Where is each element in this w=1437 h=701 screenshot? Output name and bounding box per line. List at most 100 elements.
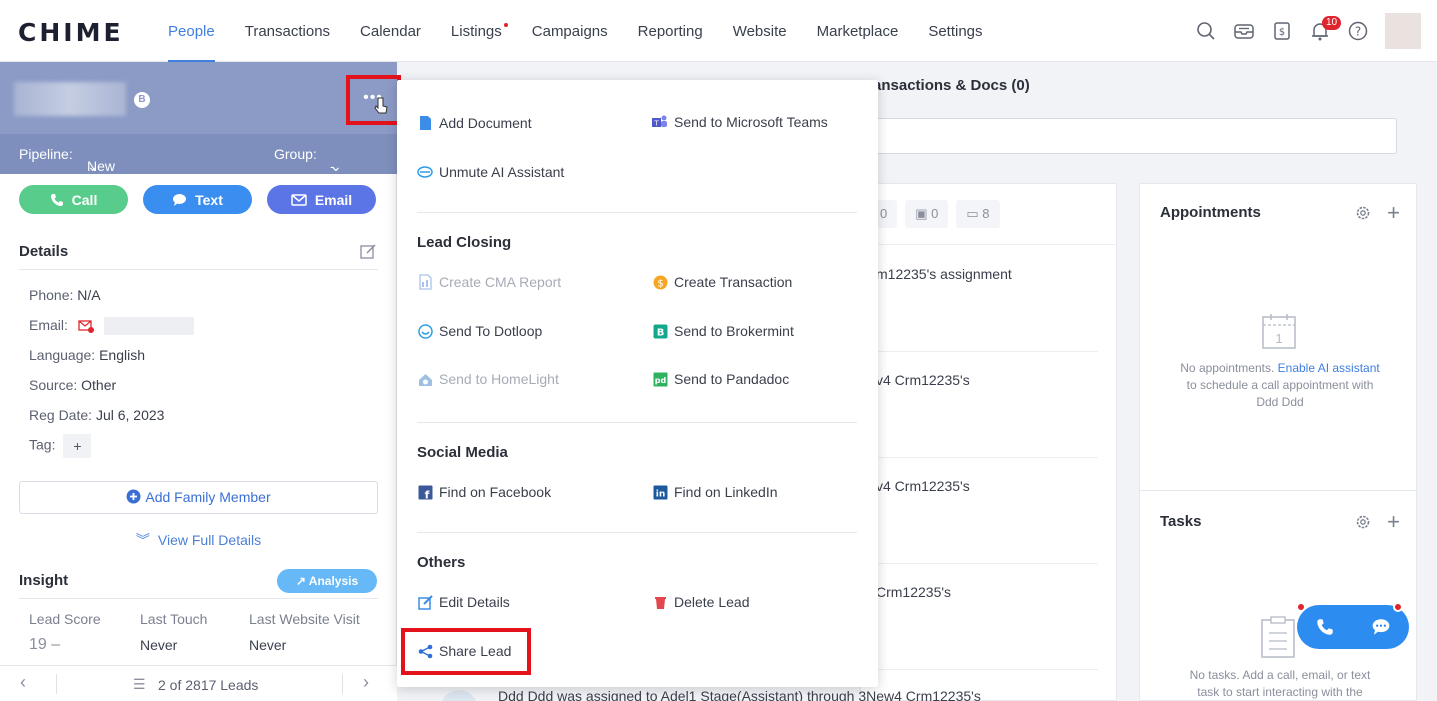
highlight-more-options xyxy=(346,75,401,125)
calendar-day: 1 xyxy=(1275,331,1282,346)
send-to-brokermint-item[interactable]: B Send to Brokermint xyxy=(652,323,794,339)
trend-icon: ↗ xyxy=(295,574,309,588)
filter-chip-count: 0 xyxy=(931,206,939,221)
create-cma-report-item[interactable]: Create CMA Report xyxy=(417,274,561,290)
filter-chip-notes[interactable]: ▭ 8 xyxy=(956,200,1000,228)
email-field-label: Email: xyxy=(29,317,68,333)
svg-text:pd: pd xyxy=(654,376,666,385)
nav-transactions[interactable]: Transactions xyxy=(230,0,345,62)
appointments-empty-suffix: to schedule a call appointment with Ddd … xyxy=(1186,378,1374,409)
enable-ai-assistant-link[interactable]: Enable AI assistant xyxy=(1278,361,1380,375)
divider xyxy=(860,244,1117,245)
dotloop-icon xyxy=(417,323,433,339)
email-row: Email: xyxy=(29,317,194,336)
edit-icon xyxy=(417,594,433,610)
source-label: Source: xyxy=(29,377,78,393)
others-title: Others xyxy=(417,554,466,571)
add-document-item[interactable]: Add Document xyxy=(417,115,532,131)
send-to-teams-item[interactable]: T Send to Microsoft Teams xyxy=(652,114,828,130)
unmute-ai-assistant-item[interactable]: Unmute AI Assistant xyxy=(417,164,564,180)
send-to-pandadoc-item[interactable]: pd Send to Pandadoc xyxy=(652,371,789,387)
filter-chip-count: 8 xyxy=(982,206,990,221)
activity-search-input[interactable] xyxy=(860,118,1397,154)
gear-icon[interactable] xyxy=(1355,205,1371,221)
delete-lead-item[interactable]: Delete Lead xyxy=(652,594,750,610)
analysis-button[interactable]: ↗ Analysis xyxy=(277,569,377,593)
next-lead-icon[interactable]: › xyxy=(363,672,369,693)
appointments-empty-prefix: No appointments. xyxy=(1180,361,1278,375)
view-full-details-label: View Full Details xyxy=(157,532,262,548)
chat-alert-dot xyxy=(1393,602,1403,612)
reg-date-label: Reg Date: xyxy=(29,407,93,423)
tag-label: Tag: xyxy=(29,436,56,453)
find-on-linkedin-item[interactable]: in Find on LinkedIn xyxy=(652,484,778,500)
last-website-visit-header: Last Website Visit xyxy=(249,611,360,627)
view-full-details-link[interactable]: ︾ View Full Details xyxy=(0,530,397,550)
nav-listings-label: Listings xyxy=(450,23,502,40)
send-to-homelight-item[interactable]: Send to HomeLight xyxy=(417,371,559,387)
trash-icon xyxy=(652,594,668,610)
edit-icon[interactable] xyxy=(360,243,377,260)
filter-chip-task[interactable]: ▣ 0 xyxy=(905,200,949,228)
send-to-dotloop-item[interactable]: Send To Dotloop xyxy=(417,323,542,339)
language-row: Language: English xyxy=(29,347,145,363)
social-media-title: Social Media xyxy=(417,444,508,461)
add-tag-button[interactable]: + xyxy=(63,434,92,458)
edit-details-item[interactable]: Edit Details xyxy=(417,594,510,610)
add-task-icon[interactable]: + xyxy=(1387,509,1400,535)
lead-detail-panel: B ••• Pipeline: New Leads ⌄ Group: - - ⌄… xyxy=(0,62,401,701)
email-unsubscribed-icon xyxy=(78,320,94,333)
mail-icon xyxy=(291,193,307,206)
help-icon[interactable]: ? xyxy=(1339,13,1377,49)
nav-settings[interactable]: Settings xyxy=(913,0,997,62)
floating-phone-icon[interactable] xyxy=(1297,605,1353,649)
nav-marketplace[interactable]: Marketplace xyxy=(802,0,914,62)
nav-website[interactable]: Website xyxy=(718,0,802,62)
svg-text:$: $ xyxy=(1279,27,1285,38)
nav-calendar[interactable]: Calendar xyxy=(345,0,436,62)
notification-bell-icon[interactable]: 10 xyxy=(1301,13,1342,49)
text-button[interactable]: Text xyxy=(143,185,252,214)
svg-text:in: in xyxy=(655,489,665,499)
create-cma-report-label: Create CMA Report xyxy=(439,274,562,290)
transactions-docs-tab[interactable]: ansactions & Docs (0) xyxy=(873,77,1030,94)
call-button[interactable]: Call xyxy=(19,185,128,214)
email-value-redacted xyxy=(103,317,194,336)
phone-value: N/A xyxy=(77,287,101,303)
billing-icon[interactable]: $ xyxy=(1263,13,1301,49)
user-avatar[interactable] xyxy=(1385,13,1421,49)
activity-item: v4 Crm12235's xyxy=(876,372,970,388)
divider xyxy=(417,212,857,213)
prev-lead-icon[interactable]: ‹ xyxy=(20,672,26,693)
divider xyxy=(417,532,857,533)
divider xyxy=(417,422,857,423)
nav-campaigns[interactable]: Campaigns xyxy=(517,0,623,62)
find-on-facebook-item[interactable]: f Find on Facebook xyxy=(417,484,551,500)
nav-reporting[interactable]: Reporting xyxy=(623,0,718,62)
gear-icon[interactable] xyxy=(1355,514,1371,530)
floating-chat-icon[interactable] xyxy=(1353,605,1409,649)
search-icon[interactable] xyxy=(1187,13,1225,49)
highlight-share-lead xyxy=(401,628,531,675)
appointments-tools: + xyxy=(1355,200,1400,226)
create-transaction-item[interactable]: $ Create Transaction xyxy=(652,274,792,290)
pandadoc-icon: pd xyxy=(652,371,668,387)
add-family-member-button[interactable]: Add Family Member xyxy=(19,481,378,514)
nav-listings[interactable]: Listings xyxy=(436,0,517,62)
phone-alert-dot xyxy=(1296,602,1306,612)
lead-name-redacted xyxy=(14,82,126,116)
email-button[interactable]: Email xyxy=(267,185,376,214)
nav-people[interactable]: People xyxy=(153,0,230,62)
chime-logo[interactable]: CHIME xyxy=(18,18,124,47)
inbox-icon[interactable] xyxy=(1225,13,1263,49)
add-appointment-icon[interactable]: + xyxy=(1387,200,1400,226)
email-label: Email xyxy=(314,191,353,208)
activity-card xyxy=(860,183,1117,701)
text-label: Text xyxy=(195,191,223,208)
top-icon-group: $ 10 ? xyxy=(1187,13,1421,49)
details-title: Details xyxy=(19,243,69,260)
tasks-empty-text: No tasks. Add a call, email, or text tas… xyxy=(1189,668,1371,699)
activity-item: v4 Crm12235's xyxy=(876,478,970,494)
lead-header: B ••• Pipeline: New Leads ⌄ Group: - - ⌄ xyxy=(0,62,397,190)
lead-score-value: 19 – xyxy=(29,636,61,653)
